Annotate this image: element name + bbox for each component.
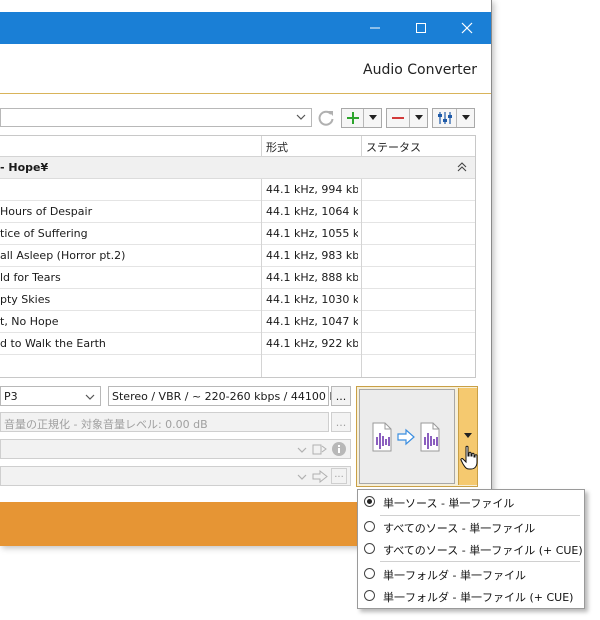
menu-item-single-folder-single-file[interactable]: 単一フォルダ - 単一ファイル (358, 563, 584, 584)
chevron-down-icon (414, 115, 423, 120)
group-label: - Hope¥ (0, 161, 49, 174)
app-window: Audio Converter 形式 ステータス - Hope¥ 44.1 kH… (0, 0, 492, 546)
collapse-icon[interactable] (455, 160, 469, 174)
info-icon[interactable] (331, 441, 347, 457)
maximize-icon (416, 23, 426, 33)
column-format[interactable]: 形式 (266, 139, 288, 155)
chevron-down-icon (296, 114, 306, 120)
menu-item-single-source-single-file[interactable]: 単一ソース - 単一ファイル (358, 491, 584, 512)
chevron-down-icon (85, 394, 95, 400)
radio-icon (364, 543, 375, 554)
table-row[interactable]: Hours of Despair 44.1 kHz, 1064 k... (0, 201, 475, 223)
convert-button[interactable] (359, 389, 455, 484)
chevron-down-icon (297, 474, 307, 480)
convert-icon (372, 422, 440, 451)
minimize-button[interactable] (352, 12, 398, 44)
chevron-down-icon (461, 115, 470, 120)
close-icon (461, 22, 473, 34)
column-status[interactable]: ステータス (366, 139, 421, 155)
format-select[interactable]: P3 (0, 386, 101, 406)
processing-select[interactable] (0, 439, 351, 459)
arrow-right-icon (312, 470, 328, 483)
radio-icon (364, 568, 375, 579)
chevron-down-icon (368, 115, 377, 120)
table-row[interactable]: t, No Hope 44.1 kHz, 1047 k... (0, 311, 475, 333)
convert-control (356, 386, 478, 487)
radio-icon (364, 521, 375, 532)
remove-button[interactable] (386, 108, 428, 128)
track-table: 形式 ステータス - Hope¥ 44.1 kHz, 994 kb... Hou… (0, 135, 476, 378)
quality-options-button[interactable]: ... (331, 386, 351, 406)
toolbar (0, 104, 491, 130)
add-button[interactable] (341, 108, 382, 128)
chevron-down-icon (464, 433, 472, 438)
table-row[interactable]: 44.1 kHz, 994 kb... (0, 179, 475, 201)
table-row[interactable]: tice of Suffering 44.1 kHz, 1055 k... (0, 223, 475, 245)
source-combo[interactable] (0, 108, 312, 127)
processing-icon (312, 444, 327, 455)
minimize-icon (370, 27, 380, 29)
table-row[interactable]: ld for Tears 44.1 kHz, 888 kb... (0, 267, 475, 289)
table-row[interactable]: pty Skies 44.1 kHz, 1030 k... (0, 289, 475, 311)
radio-icon (364, 590, 375, 601)
quality-field[interactable]: Stereo / VBR / ~ 220-260 kbps / 44100 Hz (108, 386, 343, 406)
table-row[interactable]: all Asleep (Horror pt.2) 44.1 kHz, 983 k… (0, 245, 475, 267)
close-button[interactable] (444, 12, 490, 44)
settings-button[interactable] (432, 108, 475, 128)
settings-icon (437, 112, 452, 124)
header: Audio Converter (0, 44, 491, 94)
normalize-options-button[interactable]: ... (331, 412, 351, 432)
refresh-icon[interactable] (315, 107, 337, 129)
table-row[interactable]: d to Walk the Earth 44.1 kHz, 922 kb... (0, 333, 475, 355)
app-title: Audio Converter (363, 62, 477, 78)
output-folder-select[interactable]: ... (0, 466, 351, 486)
menu-item-all-sources-single-file[interactable]: すべてのソース - 単一ファイル (358, 516, 584, 537)
add-icon (346, 112, 359, 124)
group-row[interactable]: - Hope¥ (0, 157, 475, 179)
remove-icon (392, 117, 405, 119)
radio-icon (364, 496, 375, 507)
menu-item-single-folder-single-file-cue[interactable]: 単一フォルダ - 単一ファイル (+ CUE) (358, 585, 584, 606)
menu-item-all-sources-single-file-cue[interactable]: すべてのソース - 単一ファイル (+ CUE) (358, 538, 584, 559)
maximize-button[interactable] (398, 12, 444, 44)
table-header: 形式 ステータス (0, 136, 475, 157)
hand-cursor-icon (460, 445, 478, 470)
chevron-down-icon (297, 447, 307, 453)
output-options-button[interactable]: ... (331, 468, 347, 484)
normalize-field[interactable]: 音量の正規化 - 対象音量レベル: 0.00 dB (0, 412, 329, 432)
title-bar (0, 12, 491, 44)
convert-mode-menu: 単一ソース - 単一ファイル すべてのソース - 単一ファイル すべてのソース … (357, 489, 585, 609)
